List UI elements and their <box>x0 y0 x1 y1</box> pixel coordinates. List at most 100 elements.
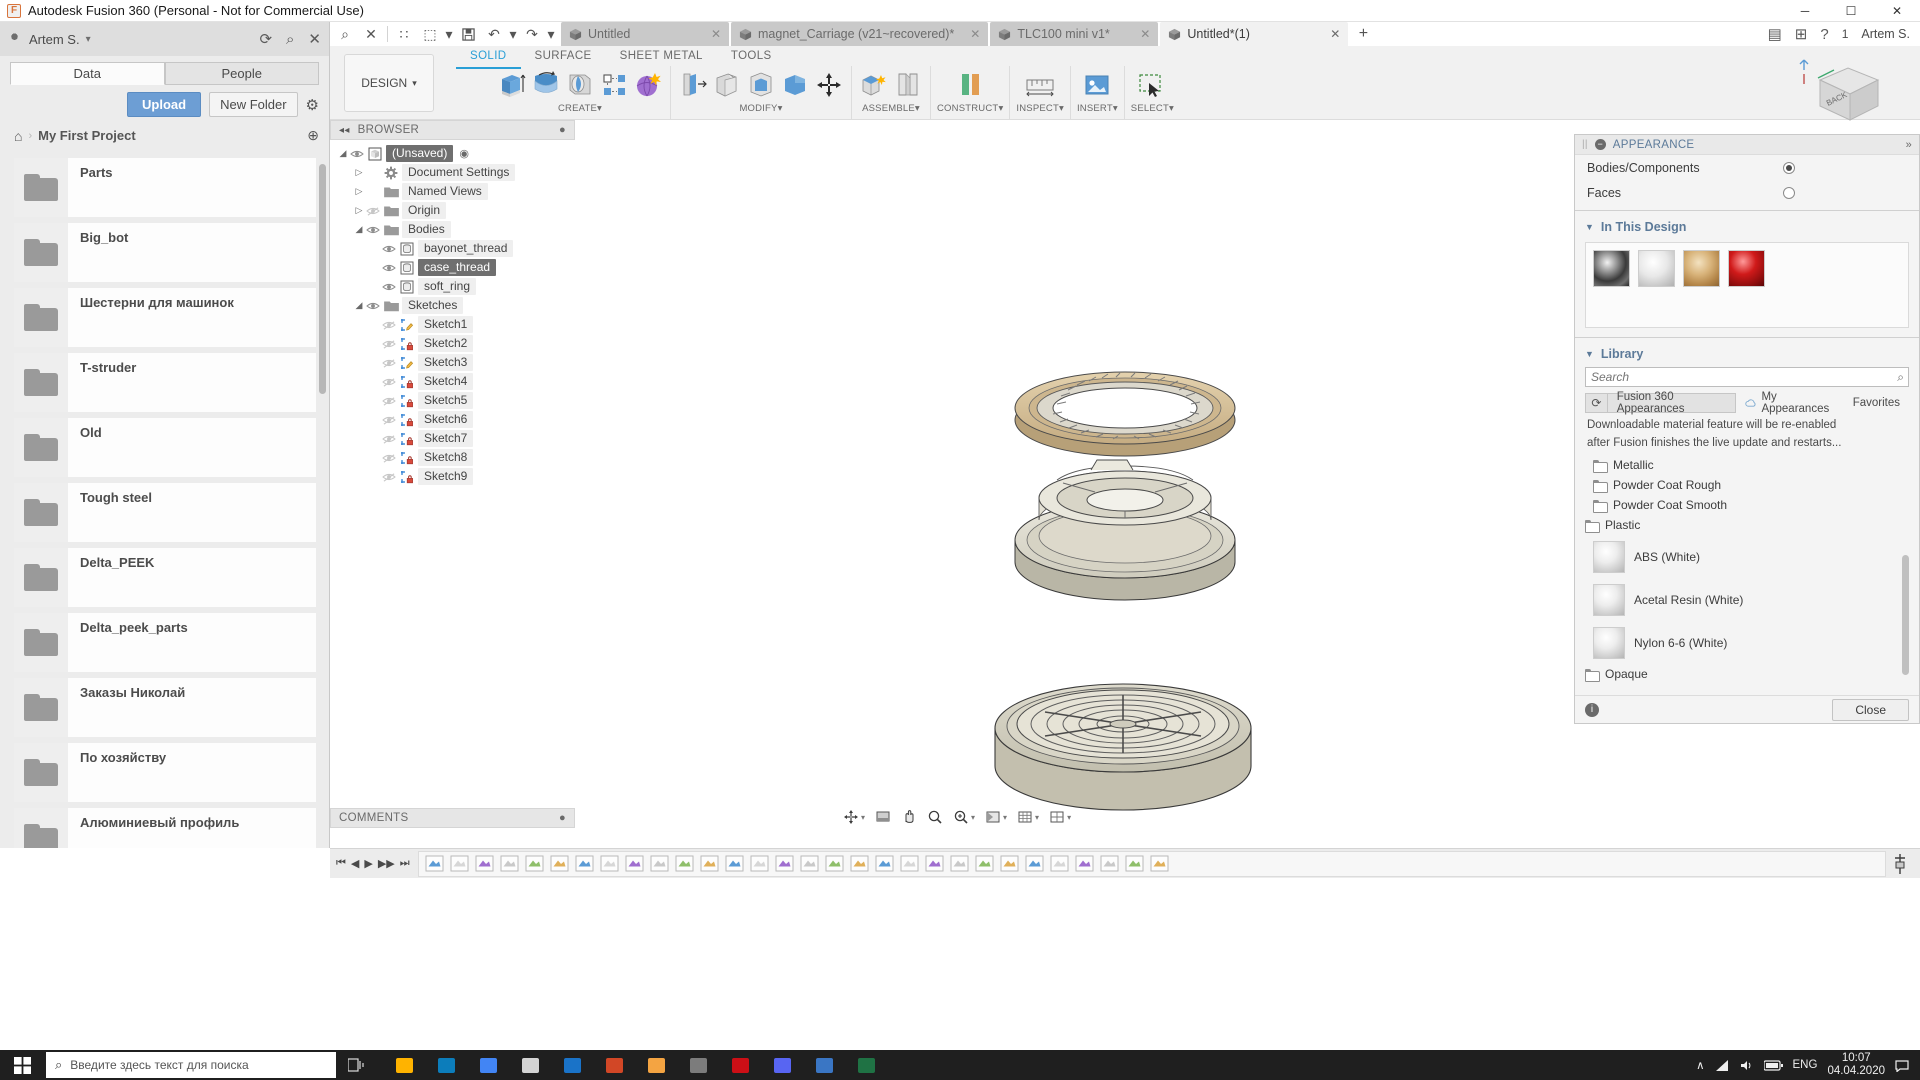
library-search[interactable]: ⌕ <box>1585 367 1909 387</box>
browser-tree-node[interactable]: ▷ Named Views <box>330 182 575 201</box>
timeline-feature[interactable] <box>1050 854 1069 873</box>
folder-item[interactable]: Заказы Николай <box>14 678 316 743</box>
visibility-toggle-icon[interactable] <box>366 224 384 236</box>
chrome-icon[interactable] <box>468 1050 508 1080</box>
apply-to-faces-row[interactable]: Faces <box>1575 180 1919 205</box>
refresh-library-icon[interactable]: ⟳ <box>1585 393 1608 413</box>
account-name[interactable]: Artem S. <box>1861 27 1910 41</box>
timeline-feature[interactable] <box>1075 854 1094 873</box>
browser-tree-node[interactable]: Sketch4 <box>330 372 575 391</box>
visibility-toggle-icon[interactable] <box>382 452 400 464</box>
maximize-button[interactable]: ☐ <box>1828 0 1874 22</box>
timeline-begin-button[interactable]: ⏮ <box>336 857 346 870</box>
tab-my-appearances[interactable]: My Appearances <box>1736 391 1844 415</box>
appearance-dialog-titlebar[interactable]: || − APPEARANCE » <box>1575 135 1919 155</box>
timeline-feature[interactable] <box>775 854 794 873</box>
visibility-toggle-icon[interactable] <box>382 281 400 293</box>
insert-mcmaster-tool[interactable] <box>1078 68 1116 102</box>
expander-icon[interactable]: ▷ <box>352 186 366 197</box>
visibility-toggle-icon[interactable] <box>350 148 368 160</box>
visibility-toggle-icon[interactable] <box>382 338 400 350</box>
measure-tool[interactable] <box>1021 68 1059 102</box>
new-folder-button[interactable]: New Folder <box>209 92 298 117</box>
chrome-swatch[interactable] <box>1593 250 1630 287</box>
timeline-feature[interactable] <box>600 854 619 873</box>
timeline-feature[interactable] <box>425 854 444 873</box>
search-icon[interactable]: ⌕ <box>286 32 294 47</box>
taskbar-app-icons[interactable] <box>384 1050 886 1080</box>
timeline-feature[interactable] <box>725 854 744 873</box>
expander-icon[interactable]: ▷ <box>352 167 366 178</box>
timeline-feature[interactable] <box>450 854 469 873</box>
timeline-feature[interactable] <box>975 854 994 873</box>
timeline-feature[interactable] <box>925 854 944 873</box>
slicer-icon[interactable] <box>678 1050 718 1080</box>
brass-swatch[interactable] <box>1683 250 1720 287</box>
library-folder-item[interactable]: Powder Coat Rough <box>1585 475 1909 495</box>
visibility-toggle-icon[interactable] <box>382 243 400 255</box>
volume-icon[interactable] <box>1740 1059 1754 1072</box>
timeline-fast-forward-button[interactable]: ▶▶ <box>378 857 395 870</box>
browser-tree-node[interactable]: Sketch6 <box>330 410 575 429</box>
network-icon[interactable] <box>1715 1059 1730 1072</box>
folder-item[interactable]: Parts <box>14 158 316 223</box>
browser-tree-node[interactable]: ▷ Origin <box>330 201 575 220</box>
display-settings-button[interactable] <box>872 807 894 827</box>
in-this-design-swatches[interactable] <box>1585 242 1909 328</box>
folder-item[interactable]: T-struder <box>14 353 316 418</box>
timeline-feature[interactable] <box>650 854 669 873</box>
grid-snaps-button[interactable]: ▾ <box>1014 807 1042 827</box>
search-icon[interactable]: ⌕ <box>332 22 358 46</box>
timeline-feature[interactable] <box>900 854 919 873</box>
panel-label-insert[interactable]: INSERT▾ <box>1077 102 1118 116</box>
browser-tree-node[interactable]: ◢ Sketches <box>330 296 575 315</box>
opera-icon[interactable] <box>720 1050 760 1080</box>
save-icon[interactable] <box>455 22 481 46</box>
timeline-feature[interactable] <box>675 854 694 873</box>
visibility-toggle-icon[interactable] <box>366 300 384 312</box>
apply-to-bodies-row[interactable]: Bodies/Components <box>1575 155 1919 180</box>
timeline-feature[interactable] <box>525 854 544 873</box>
red-glossy-swatch[interactable] <box>1728 250 1765 287</box>
breadcrumb-project-name[interactable]: My First Project <box>38 128 136 143</box>
collapse-dialog-icon[interactable]: − <box>1594 139 1606 150</box>
undo-icon[interactable]: ↶ <box>481 22 507 46</box>
timeline-feature[interactable] <box>475 854 494 873</box>
extensions-icon[interactable]: ⊞ <box>1795 27 1808 42</box>
gear-icon[interactable]: ⚙ <box>306 96 319 114</box>
viewports-button[interactable]: ▾ <box>1046 807 1074 827</box>
panel-label-select[interactable]: SELECT▾ <box>1131 102 1174 116</box>
library-material-item[interactable]: Nylon 6-6 (White) <box>1585 621 1909 664</box>
revolve-tool[interactable] <box>530 68 562 102</box>
visibility-toggle-icon[interactable] <box>366 205 384 217</box>
file-menu-caret-icon[interactable]: ▾ <box>443 22 455 46</box>
task-view-icon[interactable] <box>336 1050 376 1080</box>
redo-icon[interactable]: ↷ <box>519 22 545 46</box>
timeline-feature[interactable] <box>1100 854 1119 873</box>
library-folder-item[interactable]: Opaque <box>1585 664 1909 684</box>
document-tab[interactable]: Untitled*(1) ✕ <box>1160 22 1349 46</box>
folder-list[interactable]: Parts Big_bot Шестерни для машинок T-strude… <box>0 158 330 848</box>
app-icon[interactable] <box>804 1050 844 1080</box>
jobs-status-icon[interactable]: ▤ <box>1768 27 1782 42</box>
close-panel-icon[interactable]: ✕ <box>308 32 321 47</box>
tab-people[interactable]: People <box>164 62 319 85</box>
close-icon[interactable]: ✕ <box>358 22 384 46</box>
taskbar-search[interactable]: ⌕ Введите здесь текст для поиска <box>46 1052 336 1078</box>
timeline-feature[interactable] <box>850 854 869 873</box>
display-mode-button[interactable]: ▾ <box>982 807 1010 827</box>
close-tab-icon[interactable]: ✕ <box>960 27 980 41</box>
notification-center-icon[interactable] <box>1895 1059 1910 1072</box>
library-folder-item[interactable]: Metallic <box>1585 455 1909 475</box>
file-menu-icon[interactable]: ⬚ <box>417 22 443 46</box>
browser-tree-node[interactable]: Sketch3 <box>330 353 575 372</box>
chevron-down-icon[interactable]: ▾ <box>86 34 91 45</box>
zoom-tool[interactable] <box>924 807 946 827</box>
timeline-feature[interactable] <box>1150 854 1169 873</box>
timeline-feature[interactable] <box>750 854 769 873</box>
visibility-toggle-icon[interactable] <box>382 471 400 483</box>
timeline-feature[interactable] <box>1025 854 1044 873</box>
tab-favorites[interactable]: Favorites <box>1843 393 1909 413</box>
close-button[interactable]: Close <box>1832 698 1909 721</box>
library-folder-item[interactable]: Plastic <box>1585 515 1909 535</box>
